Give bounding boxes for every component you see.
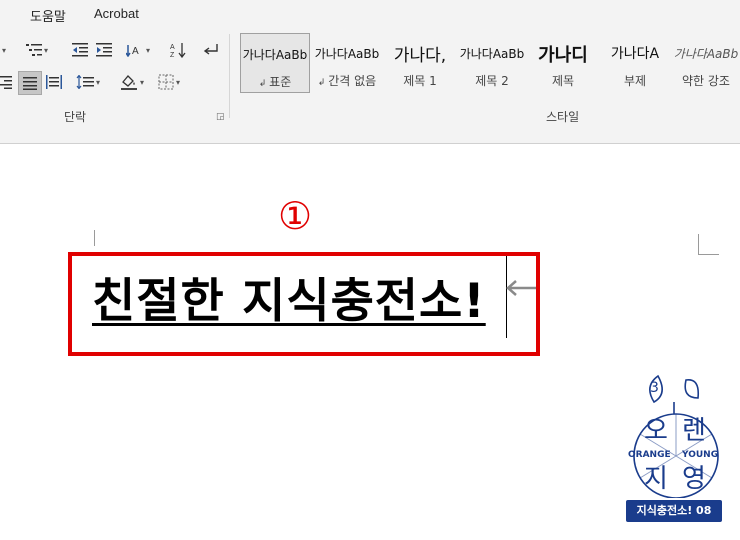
- style-name: 부제: [623, 74, 647, 88]
- chevron-down-icon: ▾: [140, 77, 145, 87]
- style-name: 약한 강조: [682, 74, 730, 88]
- style-no-spacing[interactable]: 가나다AaBb ↲ 간격 없음: [312, 33, 382, 93]
- logo-number: 3: [650, 380, 659, 396]
- chevron-down-icon: ▾: [146, 45, 151, 55]
- logo-syllable: 지: [644, 464, 668, 494]
- line-spacing-icon: [76, 75, 94, 89]
- tab-help[interactable]: 도움말: [30, 6, 66, 25]
- tab-acrobat[interactable]: Acrobat: [94, 6, 139, 21]
- margin-corner-left: [94, 230, 95, 246]
- style-subtitle[interactable]: 가나다A 부제: [600, 33, 670, 93]
- justify-button[interactable]: [18, 71, 42, 95]
- margin-corner-right: [698, 234, 719, 255]
- shading-button[interactable]: ▾: [120, 72, 144, 92]
- svg-text:A: A: [170, 44, 175, 51]
- chevron-down-icon: ▾: [176, 77, 181, 87]
- style-name: 제목: [551, 74, 575, 88]
- multilevel-list-button[interactable]: ▾: [0, 40, 6, 60]
- step-marker: ①: [278, 194, 313, 238]
- borders-button[interactable]: ▾: [158, 72, 180, 92]
- align-right-button[interactable]: [0, 72, 12, 92]
- style-preview: 가나다A: [610, 46, 660, 62]
- style-name: ↲ 표준: [258, 75, 292, 89]
- orange-logo-icon: [633, 374, 719, 498]
- text-direction-button[interactable]: A ▾: [126, 40, 150, 60]
- text-direction-icon: A: [126, 45, 139, 57]
- justify-icon: [23, 77, 37, 90]
- style-preview: 가나다,: [393, 46, 447, 66]
- increase-indent-button[interactable]: [96, 40, 112, 60]
- style-preview: 가나다AaBb: [314, 47, 380, 61]
- svg-text:A: A: [132, 46, 139, 57]
- borders-icon: [158, 74, 174, 90]
- paragraph-mark-icon: ↲: [258, 79, 270, 89]
- style-name: 제목 2: [475, 74, 509, 88]
- styles-gallery: 가나다AaBb ↲ 표준 가나다AaBb ↲ 간격 없음 가나다, 제목 1 가…: [235, 33, 740, 95]
- paragraph-mark-icon: ↲: [317, 78, 329, 88]
- paragraph-dialog-launcher[interactable]: ◲: [216, 112, 225, 122]
- style-preview: 가나다AaBb: [673, 47, 739, 61]
- sort-button[interactable]: AZ: [170, 40, 188, 60]
- style-subtle-emphasis[interactable]: 가나다AaBb 약한 강조: [671, 33, 740, 93]
- show-formatting-button[interactable]: [202, 40, 220, 60]
- style-name: ↲ 간격 없음: [317, 74, 377, 88]
- line-spacing-button[interactable]: ▾: [76, 72, 100, 92]
- svg-text:Z: Z: [170, 52, 175, 58]
- styles-group-label: 스타일: [546, 110, 580, 124]
- increase-indent-icon: [96, 43, 112, 57]
- document-heading[interactable]: 친절한 지식충전소!: [92, 262, 486, 331]
- group-separator: [229, 34, 230, 118]
- style-title[interactable]: 가나디 제목: [528, 33, 598, 93]
- ribbon: 도움말 Acrobat ▾ ▾ A ▾ AZ ▾ ▾ ▾ 단락 ◲ 가나다AaB…: [0, 0, 740, 144]
- left-arrow-icon: [506, 280, 536, 296]
- return-arrow-icon: [203, 44, 218, 55]
- chevron-down-icon: ▾: [44, 45, 49, 55]
- paint-bucket-icon: [121, 75, 137, 90]
- multilevel-list-button-2[interactable]: ▾: [26, 40, 48, 60]
- paragraph-group-label: 단락: [64, 110, 87, 124]
- sort-icon: AZ: [170, 43, 186, 58]
- style-preview: 가나다AaBb: [242, 48, 308, 62]
- distribute-icon: [46, 75, 62, 89]
- chevron-down-icon: ▾: [96, 77, 101, 87]
- logo-syllable: 영: [682, 464, 706, 494]
- multilevel-list-icon: [26, 44, 42, 56]
- logo-syllable: 오: [644, 416, 668, 446]
- chevron-down-icon: ▾: [2, 45, 7, 55]
- style-name: 제목 1: [403, 74, 437, 88]
- logo-syllable: 렌: [682, 416, 706, 446]
- style-preview: 가나다AaBb: [459, 47, 525, 61]
- logo-badge: 지식충전소! 08: [626, 500, 722, 522]
- style-preview: 가나디: [538, 45, 588, 66]
- watermark-logo: 3 오 렌 ORANGE YOUNG 지 영 지식충전소! 08: [622, 370, 730, 530]
- align-right-icon: [0, 76, 12, 89]
- style-heading-1[interactable]: 가나다, 제목 1: [385, 33, 455, 93]
- decrease-indent-button[interactable]: [72, 40, 88, 60]
- style-normal[interactable]: 가나다AaBb ↲ 표준: [240, 33, 310, 93]
- distribute-button[interactable]: [46, 72, 62, 92]
- style-heading-2[interactable]: 가나다AaBb 제목 2: [457, 33, 527, 93]
- decrease-indent-icon: [72, 43, 88, 57]
- ribbon-tabs: 도움말 Acrobat: [0, 0, 740, 28]
